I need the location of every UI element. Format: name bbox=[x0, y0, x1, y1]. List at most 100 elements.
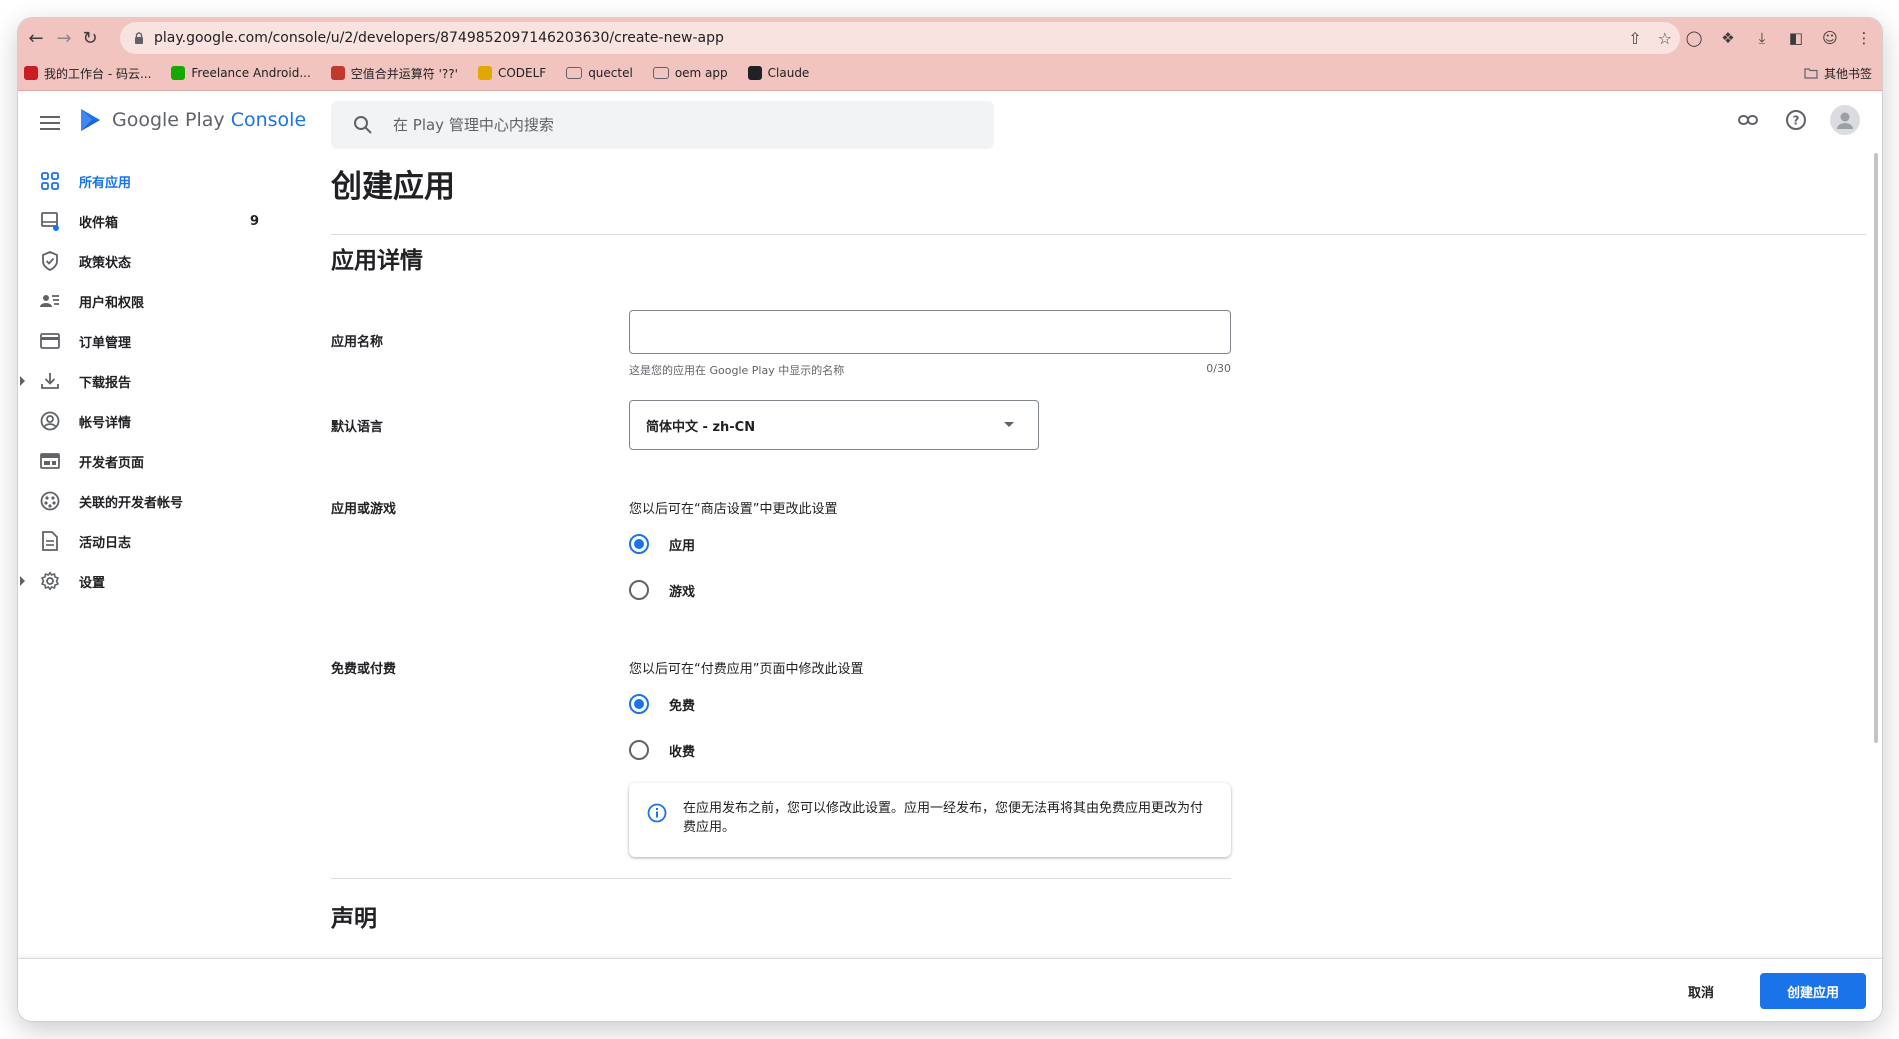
sidebar-item[interactable]: 收件箱 9 bbox=[18, 201, 298, 241]
sidebar-item[interactable]: 活动日志 bbox=[18, 521, 298, 561]
bookmark-item[interactable]: Freelance Android... bbox=[171, 66, 311, 80]
sidebar-item-label: 所有应用 bbox=[79, 175, 132, 191]
expand-caret-icon[interactable] bbox=[20, 376, 25, 386]
sidebar-toggle-icon[interactable]: ◧ bbox=[1786, 28, 1806, 48]
main-content: 创建应用 应用详情 应用名称 这是您的应用在 Google Play 中显示的名… bbox=[331, 161, 1871, 1021]
search-input[interactable] bbox=[391, 115, 955, 135]
play-console-app: Google Play Console ? 所有应用收件箱 9 政策状态用户和权限订… bbox=[18, 91, 1882, 1021]
svg-text:?: ? bbox=[1793, 114, 1800, 128]
gitee-icon bbox=[24, 66, 38, 80]
footer-action-bar: 取消 创建应用 bbox=[18, 958, 1882, 1021]
sidebar-item[interactable]: 帐号详情 bbox=[18, 401, 298, 441]
search-bar[interactable] bbox=[331, 101, 994, 149]
info-icon bbox=[647, 803, 667, 823]
radio-button-unchecked-icon[interactable] bbox=[629, 740, 649, 760]
account-avatar-icon[interactable] bbox=[1830, 105, 1860, 135]
web-page-icon bbox=[40, 451, 60, 471]
browser-window: ← → ↻ play.google.com/console/u/2/develo… bbox=[18, 18, 1882, 1021]
radio-game[interactable]: 游戏 bbox=[629, 580, 695, 600]
profile-avatar-icon[interactable]: ☺ bbox=[1820, 28, 1840, 48]
bookmark-item[interactable]: oem app bbox=[652, 66, 728, 80]
sidebar-item-label: 开发者页面 bbox=[79, 455, 145, 471]
lock-icon bbox=[135, 32, 143, 44]
radio-button-checked-icon[interactable] bbox=[629, 694, 649, 714]
mdn-icon bbox=[330, 66, 345, 80]
users-icon bbox=[40, 291, 60, 311]
sidebar-item[interactable]: 订单管理 bbox=[18, 321, 298, 361]
back-icon[interactable]: ← bbox=[24, 26, 48, 50]
sidebar-item[interactable]: 设置 bbox=[18, 561, 298, 601]
radio-paid[interactable]: 收费 bbox=[629, 740, 695, 760]
bookmarks-bar: 我的工作台 - 码云... Freelance Android... 空值合并运算符… bbox=[24, 60, 809, 86]
address-bar[interactable]: play.google.com/console/u/2/developers/8… bbox=[120, 22, 1680, 54]
section-title-declarations: 声明 bbox=[331, 906, 377, 932]
document-icon bbox=[40, 531, 60, 551]
upwork-icon bbox=[171, 66, 186, 80]
sidebar: 所有应用收件箱 9 政策状态用户和权限订单管理下载报告 帐号详情开发者页面关联的开发者… bbox=[18, 161, 298, 601]
bookmark-item[interactable]: Claude bbox=[747, 66, 809, 80]
scrollbar[interactable] bbox=[1874, 153, 1878, 743]
info-callout: 在应用发布之前，您可以修改此设置。应用一经发布，您便无法再将其由免费应用更改为付… bbox=[629, 783, 1231, 857]
app-name-label: 应用名称 bbox=[331, 335, 384, 350]
create-app-button[interactable]: 创建应用 bbox=[1760, 973, 1866, 1009]
bookmark-item[interactable]: 空值合并运算符 '??' bbox=[330, 65, 458, 82]
sidebar-item[interactable]: 所有应用 bbox=[18, 161, 298, 201]
gear-icon bbox=[40, 571, 60, 591]
reload-icon[interactable]: ↻ bbox=[78, 26, 102, 50]
sidebar-item-label: 活动日志 bbox=[79, 535, 132, 551]
radio-button-unchecked-icon[interactable] bbox=[629, 580, 649, 600]
default-language-value: 简体中文 - zh-CN bbox=[646, 419, 756, 435]
radio-free[interactable]: 免费 bbox=[629, 694, 695, 714]
download-icon bbox=[40, 371, 60, 391]
cancel-button[interactable]: 取消 bbox=[1676, 973, 1726, 1009]
radio-app[interactable]: 应用 bbox=[629, 534, 695, 554]
apps-grid-icon bbox=[40, 171, 60, 191]
section-title-app-details: 应用详情 bbox=[331, 248, 423, 274]
dropdown-arrow-icon bbox=[1004, 422, 1014, 427]
bookmark-item[interactable]: CODELF bbox=[477, 66, 546, 80]
section-divider bbox=[331, 878, 1231, 879]
default-language-select[interactable]: 简体中文 - zh-CN bbox=[629, 400, 1039, 450]
download-icon[interactable]: ⤓ bbox=[1752, 28, 1772, 48]
sidebar-item[interactable]: 政策状态 bbox=[18, 241, 298, 281]
app-name-hint: 这是您的应用在 Google Play 中显示的名称 bbox=[629, 364, 845, 377]
sidebar-item-label: 收件箱 bbox=[79, 215, 119, 231]
sidebar-item-label: 用户和权限 bbox=[79, 295, 145, 311]
default-language-label: 默认语言 bbox=[331, 420, 384, 435]
app-name-field[interactable] bbox=[629, 310, 1231, 354]
expand-caret-icon[interactable] bbox=[20, 576, 25, 586]
info-text: 在应用发布之前，您可以修改此设置。应用一经发布，您便无法再将其由免费应用更改为付… bbox=[683, 801, 1204, 835]
sidebar-item-label: 设置 bbox=[79, 575, 106, 591]
top-bar: Google Play Console ? bbox=[18, 91, 1882, 161]
bookmark-item[interactable]: quectel bbox=[566, 66, 633, 80]
search-icon bbox=[354, 116, 372, 134]
sidebar-item[interactable]: 用户和权限 bbox=[18, 281, 298, 321]
free-or-paid-note: 您以后可在“付费应用”页面中修改此设置 bbox=[629, 662, 864, 677]
help-icon[interactable]: ? bbox=[1782, 106, 1810, 134]
sidebar-item[interactable]: 关联的开发者帐号 bbox=[18, 481, 298, 521]
sidebar-item[interactable]: 下载报告 bbox=[18, 361, 298, 401]
sidebar-item[interactable]: 开发者页面 bbox=[18, 441, 298, 481]
free-or-paid-label: 免费或付费 bbox=[331, 662, 397, 677]
bookmark-item[interactable]: 我的工作台 - 码云... bbox=[24, 65, 151, 82]
share-icon[interactable]: ⇧ bbox=[1628, 29, 1641, 48]
puzzle-icon[interactable]: ❖ bbox=[1718, 28, 1738, 48]
app-name-char-count: 0/30 bbox=[1206, 362, 1231, 375]
forward-icon[interactable]: → bbox=[52, 26, 76, 50]
sidebar-item-label: 政策状态 bbox=[79, 255, 132, 271]
folder-icon bbox=[1804, 68, 1818, 79]
more-vert-icon[interactable]: ⋮ bbox=[1854, 28, 1874, 48]
radio-button-checked-icon[interactable] bbox=[629, 534, 649, 554]
star-icon[interactable]: ☆ bbox=[1658, 29, 1672, 48]
sidebar-item-label: 订单管理 bbox=[79, 335, 132, 351]
link-icon[interactable] bbox=[1734, 106, 1762, 134]
play-console-logo[interactable]: Google Play Console bbox=[78, 107, 306, 133]
folder-icon bbox=[652, 67, 669, 79]
extension-app-icon[interactable]: ◯ bbox=[1684, 28, 1704, 48]
app-or-game-label: 应用或游戏 bbox=[331, 502, 397, 517]
app-or-game-note: 您以后可在“商店设置”中更改此设置 bbox=[629, 502, 838, 517]
account-icon bbox=[40, 411, 60, 431]
hamburger-menu-icon[interactable] bbox=[40, 113, 60, 131]
other-bookmarks[interactable]: 其他书签 bbox=[1804, 60, 1872, 86]
folder-icon bbox=[566, 67, 583, 79]
